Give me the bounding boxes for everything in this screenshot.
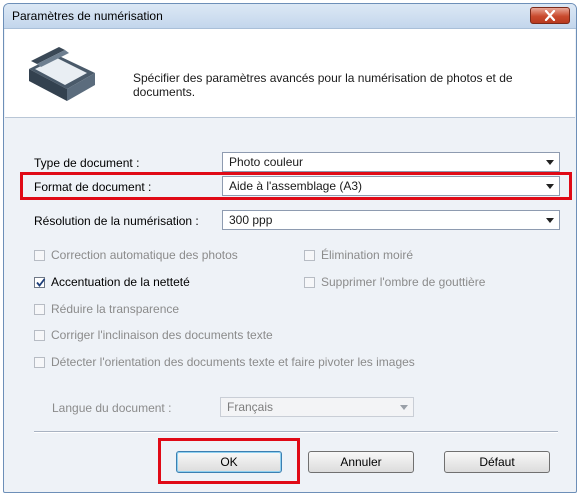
- defaults-button[interactable]: Défaut: [444, 451, 550, 473]
- dialog-title: Paramètres de numérisation: [12, 9, 163, 23]
- document-language-select[interactable]: Français: [220, 397, 414, 417]
- checkbox-box: [34, 276, 46, 288]
- auto-photo-fix-checkbox[interactable]: Correction automatique des photos: [34, 248, 238, 262]
- document-type-value: Photo couleur: [229, 155, 304, 169]
- reduce-show-through-checkbox[interactable]: Réduire la transparence: [34, 302, 179, 316]
- separator: [34, 431, 558, 433]
- scan-resolution-select[interactable]: 300 ppp: [222, 210, 560, 230]
- correct-slanted-text-checkbox[interactable]: Corriger l'inclinaison des documents tex…: [34, 328, 273, 342]
- scanner-icon: [29, 47, 95, 101]
- checkbox-box: [34, 329, 45, 341]
- correct-slanted-text-label: Corriger l'inclinaison des documents tex…: [51, 328, 273, 342]
- detect-orientation-checkbox[interactable]: Détecter l'orientation des documents tex…: [34, 355, 415, 369]
- cancel-button[interactable]: Annuler: [308, 451, 414, 473]
- header-description: Spécifier des paramètres avancés pour la…: [133, 71, 513, 99]
- document-size-label: Format de document :: [34, 180, 152, 194]
- descreen-checkbox[interactable]: Élimination moiré: [304, 248, 413, 262]
- checkbox-box: [34, 249, 45, 261]
- reduce-show-through-label: Réduire la transparence: [51, 302, 180, 316]
- chevron-down-icon: [400, 405, 408, 410]
- document-language-value: Français: [227, 400, 274, 414]
- checkbox-box: [304, 249, 315, 261]
- ok-button[interactable]: OK: [176, 451, 282, 473]
- document-type-label: Type de document :: [34, 156, 140, 170]
- remove-gutter-shadow-label: Supprimer l'ombre de gouttière: [321, 275, 486, 289]
- checkbox-box: [304, 276, 315, 288]
- unsharp-mask-checkbox[interactable]: Accentuation de la netteté: [34, 275, 190, 289]
- checkmark-icon: [36, 277, 46, 287]
- scan-settings-dialog: Paramètres de numérisation Spécifier des…: [3, 3, 577, 493]
- title-bar: Paramètres de numérisation: [4, 4, 576, 29]
- document-language-label: Langue du document :: [52, 401, 172, 415]
- unsharp-mask-label: Accentuation de la netteté: [51, 275, 190, 289]
- chevron-down-icon: [546, 160, 554, 165]
- detect-orientation-label: Détecter l'orientation des documents tex…: [51, 355, 415, 369]
- checkbox-box: [34, 303, 45, 315]
- document-size-value: Aide à l'assemblage (A3): [229, 179, 363, 193]
- chevron-down-icon: [546, 218, 554, 223]
- close-icon: [544, 10, 556, 21]
- remove-gutter-shadow-checkbox[interactable]: Supprimer l'ombre de gouttière: [304, 275, 485, 289]
- scan-resolution-label: Résolution de la numérisation :: [34, 214, 199, 228]
- checkbox-box: [34, 356, 45, 368]
- document-size-select[interactable]: Aide à l'assemblage (A3): [222, 176, 560, 196]
- close-button[interactable]: [530, 7, 570, 24]
- chevron-down-icon: [546, 184, 554, 189]
- scan-resolution-value: 300 ppp: [229, 213, 273, 227]
- auto-photo-fix-label: Correction automatique des photos: [51, 248, 238, 262]
- document-type-select[interactable]: Photo couleur: [222, 152, 560, 172]
- dialog-header: Spécifier des paramètres avancés pour la…: [5, 29, 575, 118]
- descreen-label: Élimination moiré: [321, 248, 414, 262]
